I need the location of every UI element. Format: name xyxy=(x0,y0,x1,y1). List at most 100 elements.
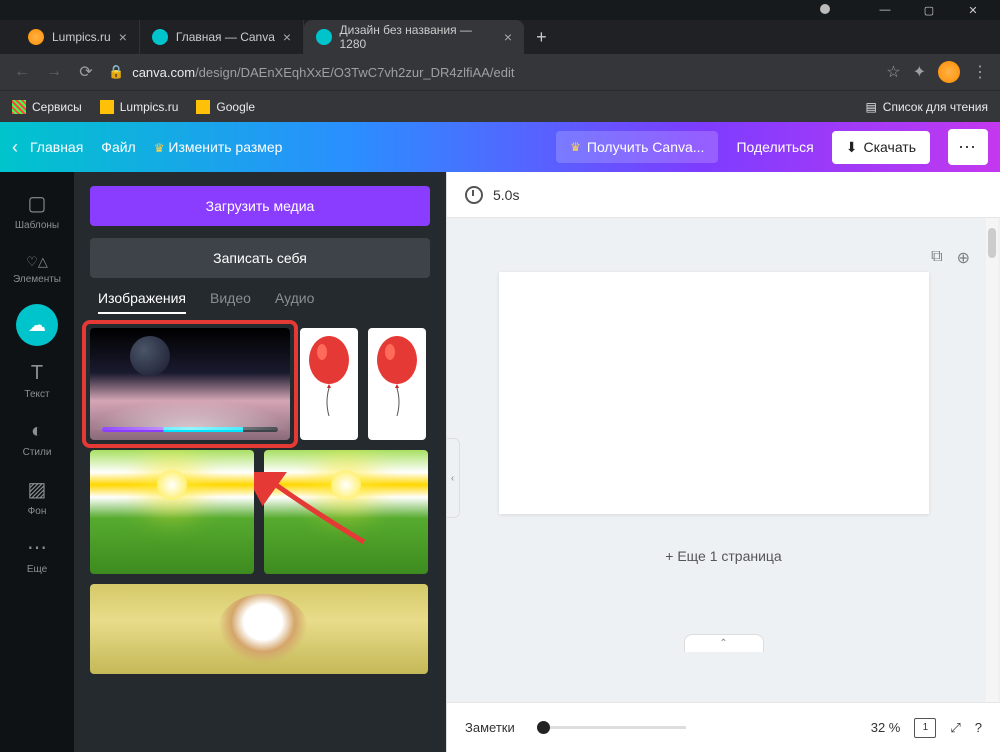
rail-uploads[interactable]: ☁ xyxy=(16,304,58,346)
duplicate-page-icon[interactable]: ⧉ xyxy=(931,248,942,268)
templates-icon: ▢ xyxy=(28,191,47,216)
close-tab-icon[interactable]: × xyxy=(504,29,512,45)
tab-title: Lumpics.ru xyxy=(52,30,111,44)
maximize-button[interactable]: ▢ xyxy=(908,1,950,19)
browser-tab-design[interactable]: Дизайн без названия — 1280 × xyxy=(304,20,524,54)
add-page-icon[interactable]: ⊕ xyxy=(957,248,970,268)
add-page-button[interactable]: + Еще 1 страница xyxy=(665,548,781,564)
favicon-orange-icon xyxy=(28,29,44,45)
canvas-area: 5.0s ‹ ⧉ ⊕ + Еще 1 страница ⌃ Заметки 32… xyxy=(446,172,1000,752)
favicon-canva-icon xyxy=(316,29,331,45)
page-actions: ⧉ ⊕ xyxy=(931,248,970,268)
minimize-button[interactable]: — xyxy=(864,1,906,19)
forward-button[interactable]: → xyxy=(44,63,64,81)
url-domain: canva.com xyxy=(132,65,195,80)
zoom-slider[interactable] xyxy=(537,726,686,729)
tab-audio[interactable]: Аудио xyxy=(275,290,315,314)
url-path: /design/DAEnXEqhXxE/O3TwC7vh2zur_DR4zlfi… xyxy=(195,65,514,80)
extensions-icon[interactable]: ✦ xyxy=(913,62,926,82)
elements-icon: ♡△ xyxy=(26,254,48,270)
tab-title: Главная — Canva xyxy=(176,30,275,44)
folder-icon xyxy=(100,100,114,114)
zoom-value[interactable]: 32 % xyxy=(871,720,901,735)
expand-pages-button[interactable]: ⌃ xyxy=(684,634,764,652)
back-button[interactable]: ← xyxy=(12,63,32,81)
close-tab-icon[interactable]: × xyxy=(283,29,291,45)
canvas-footer: Заметки 32 % 1 ⤢ ? xyxy=(447,702,1000,752)
reload-button[interactable]: ⟳ xyxy=(76,62,96,82)
list-icon: ▤ xyxy=(865,100,876,114)
annotation-highlight xyxy=(82,320,298,448)
main-area: ▢Шаблоны ♡△Элементы ☁ TТекст ◐Стили ▨Фон… xyxy=(0,172,1000,752)
reading-list-button[interactable]: ▤Список для чтения xyxy=(865,100,988,114)
bookmark-services[interactable]: Сервисы xyxy=(12,100,82,114)
timer-icon[interactable] xyxy=(465,186,483,204)
rail-more[interactable]: ⋯Еще xyxy=(0,526,74,584)
incognito-dot-icon xyxy=(820,4,830,14)
thumbnail-balloon-1[interactable] xyxy=(300,328,358,440)
rail-text[interactable]: TТекст xyxy=(0,352,74,410)
thumbnail-grass-1[interactable] xyxy=(90,450,254,574)
lock-icon: 🔒 xyxy=(108,64,124,80)
notes-button[interactable]: Заметки xyxy=(465,720,515,735)
window-titlebar: — ▢ ✕ xyxy=(0,0,1000,20)
thumbnail-dog[interactable] xyxy=(90,584,428,674)
upload-media-button[interactable]: Загрузить медиа xyxy=(90,186,430,226)
more-icon: ⋯ xyxy=(27,535,47,560)
canvas-viewport[interactable]: ‹ ⧉ ⊕ + Еще 1 страница ⌃ xyxy=(447,218,1000,702)
styles-icon: ◐ xyxy=(31,420,43,443)
bookmarks-bar: Сервисы Lumpics.ru Google ▤Список для чт… xyxy=(0,90,1000,122)
file-menu[interactable]: Файл xyxy=(101,139,135,155)
home-link[interactable]: Главная xyxy=(30,139,83,155)
bookmark-lumpics[interactable]: Lumpics.ru xyxy=(100,100,179,114)
rail-templates[interactable]: ▢Шаблоны xyxy=(0,182,74,240)
get-pro-button[interactable]: ♛Получить Canva... xyxy=(556,131,718,163)
browser-menu-icon[interactable]: ⋮ xyxy=(972,62,988,82)
crown-icon: ♛ xyxy=(570,140,581,154)
fullscreen-icon[interactable]: ⤢ xyxy=(950,720,960,736)
uploads-panel: Загрузить медиа Записать себя Изображени… xyxy=(74,172,446,752)
background-icon: ▨ xyxy=(28,477,47,502)
page-count-button[interactable]: 1 xyxy=(914,718,936,738)
close-window-button[interactable]: ✕ xyxy=(952,1,994,19)
help-icon[interactable]: ? xyxy=(975,720,982,735)
resize-button[interactable]: ♛ Изменить размер xyxy=(154,139,283,155)
bookmark-star-icon[interactable]: ☆ xyxy=(886,62,900,82)
thumbnail-balloon-2[interactable] xyxy=(368,328,426,440)
record-yourself-button[interactable]: Записать себя xyxy=(90,238,430,278)
tab-title: Дизайн без названия — 1280 xyxy=(340,23,496,51)
url-bar: ← → ⟳ 🔒 canva.com/design/DAEnXEqhXxE/O3T… xyxy=(0,54,1000,90)
canvas-toolbar: 5.0s xyxy=(447,172,1000,218)
rail-elements[interactable]: ♡△Элементы xyxy=(0,240,74,298)
download-button[interactable]: ⬇Скачать xyxy=(832,131,930,164)
bookmark-google[interactable]: Google xyxy=(196,100,255,114)
profile-avatar[interactable] xyxy=(938,61,960,83)
browser-tab-canva-home[interactable]: Главная — Canva × xyxy=(140,20,304,54)
uploads-gallery xyxy=(90,328,430,674)
browser-tabs: Lumpics.ru × Главная — Canva × Дизайн бе… xyxy=(0,20,1000,54)
tab-images[interactable]: Изображения xyxy=(98,290,186,314)
tab-video[interactable]: Видео xyxy=(210,290,251,314)
download-icon: ⬇ xyxy=(846,139,858,156)
address-field[interactable]: 🔒 canva.com/design/DAEnXEqhXxE/O3TwC7vh2… xyxy=(108,64,874,80)
crown-icon: ♛ xyxy=(154,141,165,155)
close-tab-icon[interactable]: × xyxy=(119,29,127,45)
thumbnail-grass-2[interactable] xyxy=(264,450,428,574)
rail-background[interactable]: ▨Фон xyxy=(0,468,74,526)
more-menu-button[interactable]: ⋯ xyxy=(948,129,988,165)
rail-styles[interactable]: ◐Стили xyxy=(0,410,74,468)
duration-label: 5.0s xyxy=(493,187,519,203)
vertical-scrollbar[interactable] xyxy=(986,218,998,702)
cloud-upload-icon: ☁ xyxy=(28,315,46,336)
folder-icon xyxy=(196,100,210,114)
favicon-canva-icon xyxy=(152,29,168,45)
new-tab-button[interactable]: + xyxy=(524,27,559,48)
media-tabs: Изображения Видео Аудио xyxy=(90,290,430,314)
design-page[interactable] xyxy=(499,272,929,514)
canva-toolbar: ‹ Главная Файл ♛ Изменить размер ♛Получи… xyxy=(0,122,1000,172)
browser-tab-lumpics[interactable]: Lumpics.ru × xyxy=(16,20,140,54)
back-chevron-icon[interactable]: ‹ xyxy=(12,137,18,158)
share-button[interactable]: Поделиться xyxy=(736,139,813,155)
collapse-panel-button[interactable]: ‹ xyxy=(447,438,460,518)
apps-icon xyxy=(12,100,26,114)
